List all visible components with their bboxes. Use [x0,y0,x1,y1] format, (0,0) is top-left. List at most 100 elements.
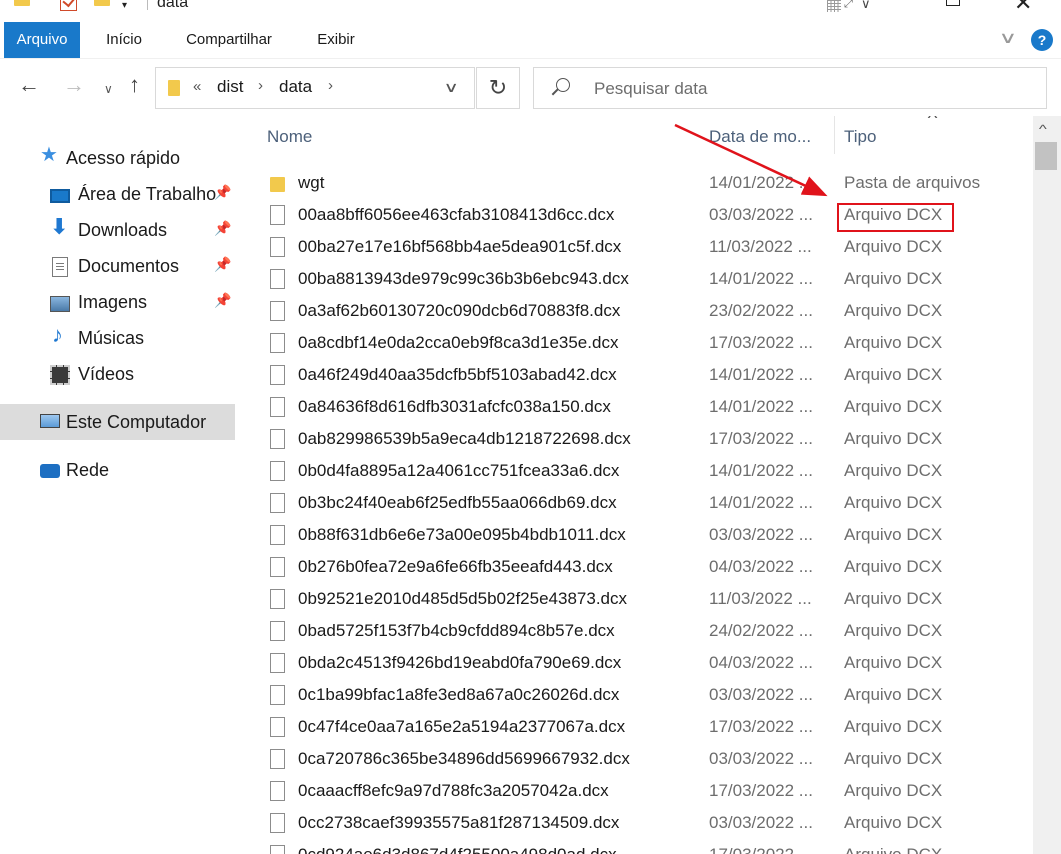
file-date: 14/01/2022 ... [709,269,813,288]
file-row[interactable]: 0c47f4ce0aa7a165e2a5194a2377067a.dcx 17/0… [245,712,1033,744]
sidebar-item-label: Downloads [78,220,168,240]
file-type: Arquivo DCX [844,397,943,416]
expand-ribbon-chevron-icon[interactable]: ∨ [998,28,1017,48]
file-row[interactable]: 0b0d4fa8895a12a4061cc751fcea33a6.dcx 14/0… [245,456,1033,488]
file-row[interactable]: 0bad5725f153f7b4cb9cfdd894c8b57e.dcx 24/0… [245,616,1033,648]
sidebar-item-downloads[interactable]: ⬇ Downloads 📌 [0,214,235,248]
navigation-bar: ← → ∨ ↑ « dist › data › ∨ ↻ Pesquisar da… [0,58,1061,116]
refresh-button[interactable]: ↻ [476,67,520,109]
file-row[interactable]: 0b3bc24f40eab6f25edfb55aa066db69.dcx 14/0… [245,488,1033,520]
file-date: 14/01/2022 ... [709,493,813,512]
file-row[interactable]: 0cd924ae6d3d867d4f25500a498d0ad.dcx 17/03… [245,840,1033,854]
tab-arquivo[interactable]: Arquivo [4,22,80,58]
breadcrumb-chevron[interactable]: › [258,77,263,94]
file-date: 03/03/2022 ... [709,685,813,704]
file-date: 04/03/2022 ... [709,653,813,672]
customize-toolbar-dropdown[interactable]: ▾ [122,0,127,11]
file-type: Arquivo DCX [844,461,943,480]
vertical-scrollbar[interactable]: ^ [1033,116,1061,854]
tab-compartilhar[interactable]: Compartilhar [170,22,288,58]
expand-icon: ⤢ [844,0,853,10]
file-row[interactable]: 0a84636f8d616dfb3031afcfc038a150.dcx 14/0… [245,392,1033,424]
tab-inicio[interactable]: Início [93,22,155,58]
breadcrumb-overflow[interactable]: « [193,78,201,95]
sidebar-item-this-pc[interactable]: Este Computador [0,404,235,440]
back-button[interactable]: ← [18,73,40,97]
file-row[interactable]: 0a46f249d40aa35dcfb5bf5103abad42.dcx 14/0… [245,360,1033,392]
file-date: 03/03/2022 ... [709,525,813,544]
file-row[interactable]: 0a8cdbf14e0da2cca0eb9f8ca3d1e35e.dcx 17/0… [245,328,1033,360]
file-icon [270,557,285,577]
scroll-thumb[interactable] [1035,142,1057,170]
file-row[interactable]: 0b276b0fea72e9a6fe66fb35eeafd443.dcx 04/0… [245,552,1033,584]
file-name: 0bda2c4513f9426bd19eabd0fa790e69.dcx [298,653,622,672]
file-row[interactable]: 0cc2738caef39935575a81f287134509.dcx 03/0… [245,808,1033,840]
file-icon [270,397,285,417]
new-folder-icon[interactable] [94,0,110,6]
address-bar[interactable]: « dist › data › ∨ [155,67,475,109]
file-date: 17/03/2022 ... [709,845,813,854]
pin-icon[interactable]: 📌 [214,292,231,309]
file-name: 00ba8813943de979c99c36b3b6ebc943.dcx [298,269,629,288]
pin-icon[interactable]: 📌 [214,220,231,237]
close-button[interactable]: ✕ [1014,0,1032,16]
sidebar-item-desktop[interactable]: Área de Trabalho 📌 [0,178,235,212]
sidebar-item-pictures[interactable]: Imagens 📌 [0,286,235,320]
file-date: 14/01/2022 ... [709,397,813,416]
breadcrumb-dist[interactable]: dist [217,77,243,97]
file-date: 14/01/2022 ... [709,461,813,480]
file-icon [270,845,285,854]
search-box[interactable]: Pesquisar data [533,67,1047,109]
properties-check-icon[interactable] [60,0,77,11]
folder-icon[interactable] [14,0,30,6]
file-row[interactable]: 0a3af62b60130720c090dcb6d70883f8.dcx 23/0… [245,296,1033,328]
file-row[interactable]: 00ba8813943de979c99c36b3b6ebc943.dcx 14/0… [245,264,1033,296]
file-row[interactable]: 0c1ba99bfac1a8fe3ed8a67a0c26026d.dcx 03/0… [245,680,1033,712]
recent-locations-button[interactable]: ∨ [104,77,113,101]
annotation-arrow [674,123,828,197]
sidebar-item-music[interactable]: ♪ Músicas [0,322,235,356]
video-icon [50,365,70,385]
breadcrumb-data[interactable]: data [279,77,312,97]
file-date: 23/02/2022 ... [709,301,813,320]
pin-icon[interactable]: 📌 [214,184,231,201]
file-name: 0b88f631db6e6e73a00e095b4bdb1011.dcx [298,525,626,544]
maximize-button[interactable] [946,0,960,6]
file-name: 0b92521e2010d485d5d5b02f25e43873.dcx [298,589,627,608]
chevron-down-icon: ∨ [861,0,871,11]
file-name: 0b0d4fa8895a12a4061cc751fcea33a6.dcx [298,461,620,480]
file-row[interactable]: 0bda2c4513f9426bd19eabd0fa790e69.dcx 04/0… [245,648,1033,680]
breadcrumb-chevron[interactable]: › [328,77,333,94]
grid-icon [827,0,841,12]
pin-icon[interactable]: 📌 [214,256,231,273]
address-history-dropdown[interactable]: ∨ [443,79,458,96]
search-input[interactable]: Pesquisar data [594,79,707,99]
file-type: Arquivo DCX [844,685,943,704]
sidebar-item-documents[interactable]: Documentos 📌 [0,250,235,284]
forward-button[interactable]: → [63,73,85,97]
folder-icon [168,80,180,96]
file-row[interactable]: 0ab829986539b5a9eca4db1218722698.dcx 17/0… [245,424,1033,456]
file-row[interactable]: 0ca720786c365be34896dd5699667932.dcx 03/0… [245,744,1033,776]
sidebar-item-network[interactable]: Rede [0,454,235,488]
file-icon [270,461,285,481]
sidebar-item-videos[interactable]: Vídeos [0,358,235,392]
up-button[interactable]: ↑ [129,73,140,97]
desktop-icon [50,189,70,203]
file-row[interactable]: 0b92521e2010d485d5d5b02f25e43873.dcx 11/0… [245,584,1033,616]
help-button[interactable]: ? [1031,29,1053,51]
file-type: Arquivo DCX [844,781,943,800]
file-name: 0cd924ae6d3d867d4f25500a498d0ad.dcx [298,845,617,854]
sidebar-item-label: Imagens [78,292,148,312]
file-row[interactable]: 0caaacff8efc9a97d788fc3a2057042a.dcx 17/0… [245,776,1033,808]
pictures-icon [50,296,70,312]
file-date: 17/03/2022 ... [709,781,813,800]
file-row[interactable]: 0b88f631db6e6e73a00e095b4bdb1011.dcx 03/0… [245,520,1033,552]
file-name: 0ca720786c365be34896dd5699667932.dcx [298,749,630,768]
sidebar-item-quick-access[interactable]: ★ Acesso rápido [0,142,235,176]
file-date: 17/03/2022 ... [709,333,813,352]
window-title: data [157,0,189,11]
tab-exibir[interactable]: Exibir [300,22,372,58]
scroll-up-arrow-icon[interactable]: ^ [1039,122,1047,136]
layout-icons[interactable]: ⤢ ∨ [827,0,877,16]
